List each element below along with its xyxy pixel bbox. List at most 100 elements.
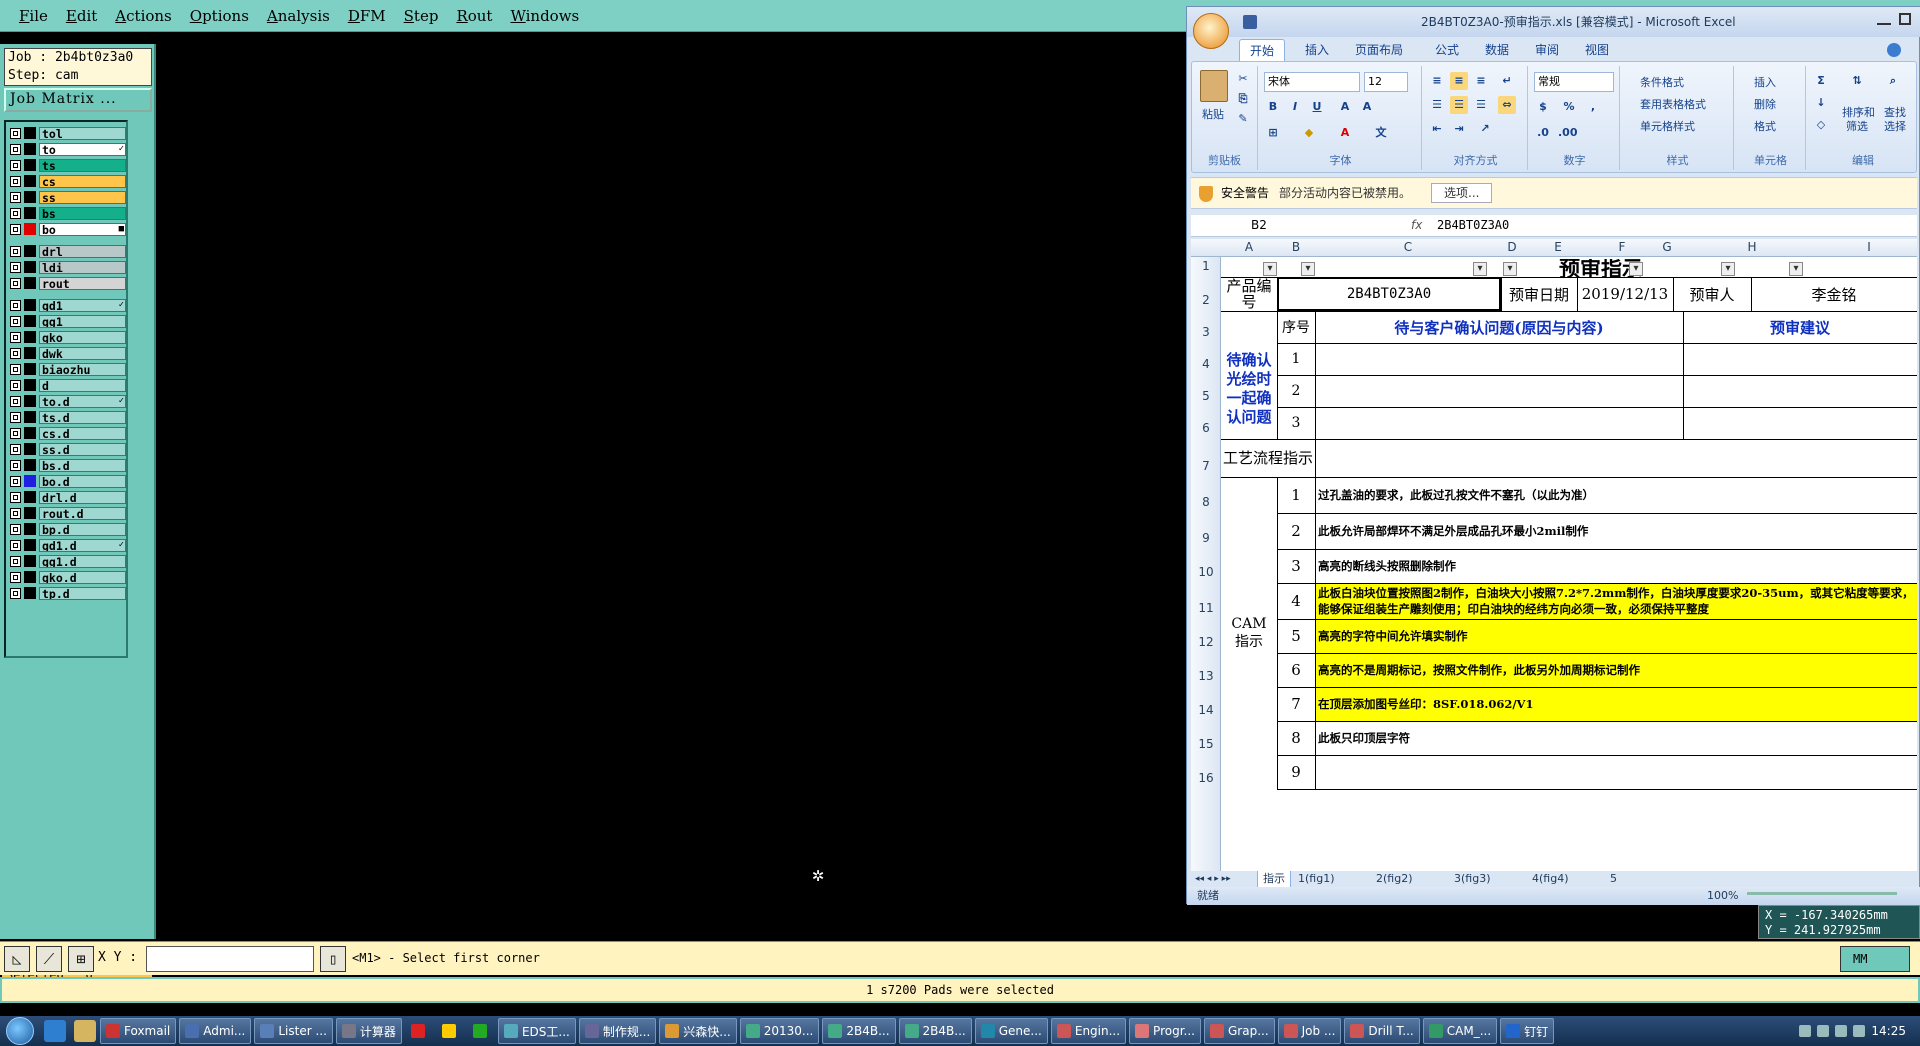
cell-seq[interactable]: 3 [1277, 549, 1315, 583]
taskbar-button[interactable]: Lister ... [254, 1018, 333, 1044]
layer-color-swatch[interactable] [24, 507, 36, 519]
cell-seq[interactable]: 1 [1277, 477, 1315, 513]
layer-name[interactable]: gd1.d [39, 538, 126, 552]
cell-date[interactable]: 2019/12/13 [1577, 277, 1673, 311]
autosum-icon[interactable]: Σ [1812, 72, 1830, 90]
layer-row[interactable]: gko [8, 330, 126, 344]
layer-name[interactable]: gg1 [39, 314, 126, 328]
layer-checkbox[interactable] [10, 223, 21, 235]
column-header[interactable]: E [1523, 240, 1593, 254]
layer-color-swatch[interactable] [24, 261, 36, 273]
column-header[interactable]: A [1221, 240, 1277, 254]
cell-instruction[interactable]: 此板允许局部焊环不满足外层成品孔环最小2mil制作 [1315, 513, 1917, 549]
row-header[interactable]: 1 [1191, 259, 1221, 273]
taskbar-button[interactable]: 制作规... [578, 1018, 657, 1044]
select-label[interactable]: 选择 [1884, 118, 1906, 134]
layer-color-swatch[interactable] [24, 363, 36, 375]
fill-icon[interactable]: ↓ [1812, 94, 1830, 112]
layer-row[interactable]: gko.d [8, 570, 126, 584]
layer-name[interactable]: cs [39, 174, 126, 188]
layer-row[interactable]: tp.d [8, 586, 126, 600]
layer-row[interactable]: d [8, 378, 126, 392]
taskbar-button[interactable]: Grap... [1203, 1018, 1275, 1044]
layer-name[interactable]: bp.d [39, 522, 126, 536]
layer-color-swatch[interactable] [24, 207, 36, 219]
align-center-icon[interactable]: ☰ [1450, 96, 1468, 114]
ie-icon[interactable] [44, 1020, 66, 1042]
filter-dropdown-icon[interactable]: ▾ [1789, 262, 1803, 276]
clock[interactable]: 14:25 [1871, 1024, 1906, 1038]
cell-product-number[interactable]: 2B4BT0Z3A0 [1277, 277, 1501, 311]
sheet-tab[interactable]: 2(fig2) [1371, 871, 1418, 887]
taskbar-button[interactable]: Drill T... [1344, 1018, 1420, 1044]
align-right-icon[interactable]: ☰ [1472, 96, 1490, 114]
layer-row[interactable]: cs [8, 174, 126, 188]
layer-name[interactable]: to [39, 142, 126, 156]
layer-color-swatch[interactable] [24, 159, 36, 171]
xy-input[interactable] [146, 946, 314, 972]
fx-icon[interactable]: fx [1411, 215, 1422, 235]
layer-checkbox[interactable] [10, 175, 21, 187]
menu-actions[interactable]: Actions [106, 7, 180, 25]
name-box[interactable]: B2 [1251, 215, 1267, 235]
layer-checkbox[interactable] [10, 539, 21, 551]
layer-row[interactable]: ss.d [8, 442, 126, 456]
tab-insert[interactable]: 插入 [1305, 41, 1329, 58]
layer-name[interactable]: ldi [39, 260, 126, 274]
cell-instruction[interactable]: 过孔盖油的要求，此板过孔按文件不塞孔（以此为准） [1315, 477, 1917, 513]
layer-checkbox[interactable] [10, 379, 21, 391]
font-name-select[interactable]: 宋体 [1264, 72, 1360, 92]
restore-icon[interactable] [1899, 13, 1911, 25]
input-mode-icon[interactable]: ▯ [320, 946, 346, 972]
layer-name[interactable]: rout [39, 276, 126, 290]
layer-checkbox[interactable] [10, 507, 21, 519]
layer-name[interactable]: ts.d [39, 410, 126, 424]
snap-icon[interactable]: ◺ [4, 946, 30, 972]
cell-label[interactable]: 序号 [1277, 311, 1315, 343]
layer-checkbox[interactable] [10, 491, 21, 503]
percent-icon[interactable]: % [1560, 98, 1578, 116]
column-header[interactable]: B [1277, 240, 1315, 254]
worksheet[interactable]: ABCDEFGHI 1 2 3 4 5 6 7 8 9 10 11 12 13 14 15 16 预审指示 ▾ ▾… [1191, 239, 1917, 871]
job-matrix-button[interactable]: Job Matrix ... [4, 88, 152, 112]
filter-dropdown-icon[interactable]: ▾ [1721, 262, 1735, 276]
cell-label[interactable]: 预审人 [1673, 277, 1751, 311]
security-options-button[interactable]: 选项... [1431, 183, 1493, 203]
cell-pending-label[interactable]: 待确认光绘时一起确认问题 [1221, 339, 1277, 439]
cell-instruction[interactable] [1315, 755, 1917, 789]
tab-review[interactable]: 审阅 [1535, 41, 1559, 58]
taskbar-button[interactable]: EDS工... [497, 1018, 576, 1044]
layer-color-swatch[interactable] [24, 555, 36, 567]
cell-instruction[interactable]: 高亮的断线头按照删除制作 [1315, 549, 1917, 583]
layer-row[interactable]: ts.d [8, 410, 126, 424]
layer-color-swatch[interactable] [24, 347, 36, 359]
filter-dropdown-icon[interactable]: ▾ [1263, 262, 1277, 276]
row-header[interactable]: 14 [1191, 703, 1221, 717]
layer-name[interactable]: drl.d [39, 490, 126, 504]
tab-data[interactable]: 数据 [1485, 41, 1509, 58]
layer-row[interactable]: gd1.d ✓ [8, 538, 126, 552]
layer-color-swatch[interactable] [24, 411, 36, 423]
bold-icon[interactable]: B [1264, 98, 1282, 116]
phonetic-icon[interactable]: 文 [1372, 124, 1390, 142]
layer-name[interactable]: d [39, 378, 126, 392]
currency-icon[interactable]: $ [1534, 98, 1552, 116]
sheet-tab[interactable]: 3(fig3) [1449, 871, 1496, 887]
layer-row[interactable]: tol [8, 126, 126, 140]
layer-checkbox[interactable] [10, 299, 21, 311]
merge-center-icon[interactable]: ⇔ [1498, 96, 1516, 114]
find-select-icon[interactable]: ⌕ [1880, 72, 1906, 98]
filter-dropdown-icon[interactable]: ▾ [1503, 262, 1517, 276]
layer-checkbox[interactable] [10, 571, 21, 583]
cell-style-button[interactable]: 单元格样式 [1640, 118, 1695, 134]
layer-color-swatch[interactable] [24, 587, 36, 599]
cell-label[interactable]: CAM指示 [1221, 477, 1277, 789]
layer-name[interactable]: ts [39, 158, 126, 172]
volume-icon[interactable] [1853, 1025, 1866, 1037]
layer-name[interactable]: to.d [39, 394, 126, 408]
tab-home[interactable]: 开始 [1239, 39, 1286, 61]
comma-icon[interactable]: , [1584, 98, 1602, 116]
taskbar-button[interactable]: 20130... [739, 1018, 820, 1044]
sheet-title[interactable]: 预审指示 [1541, 259, 1661, 277]
layer-row[interactable]: drl.d [8, 490, 126, 504]
